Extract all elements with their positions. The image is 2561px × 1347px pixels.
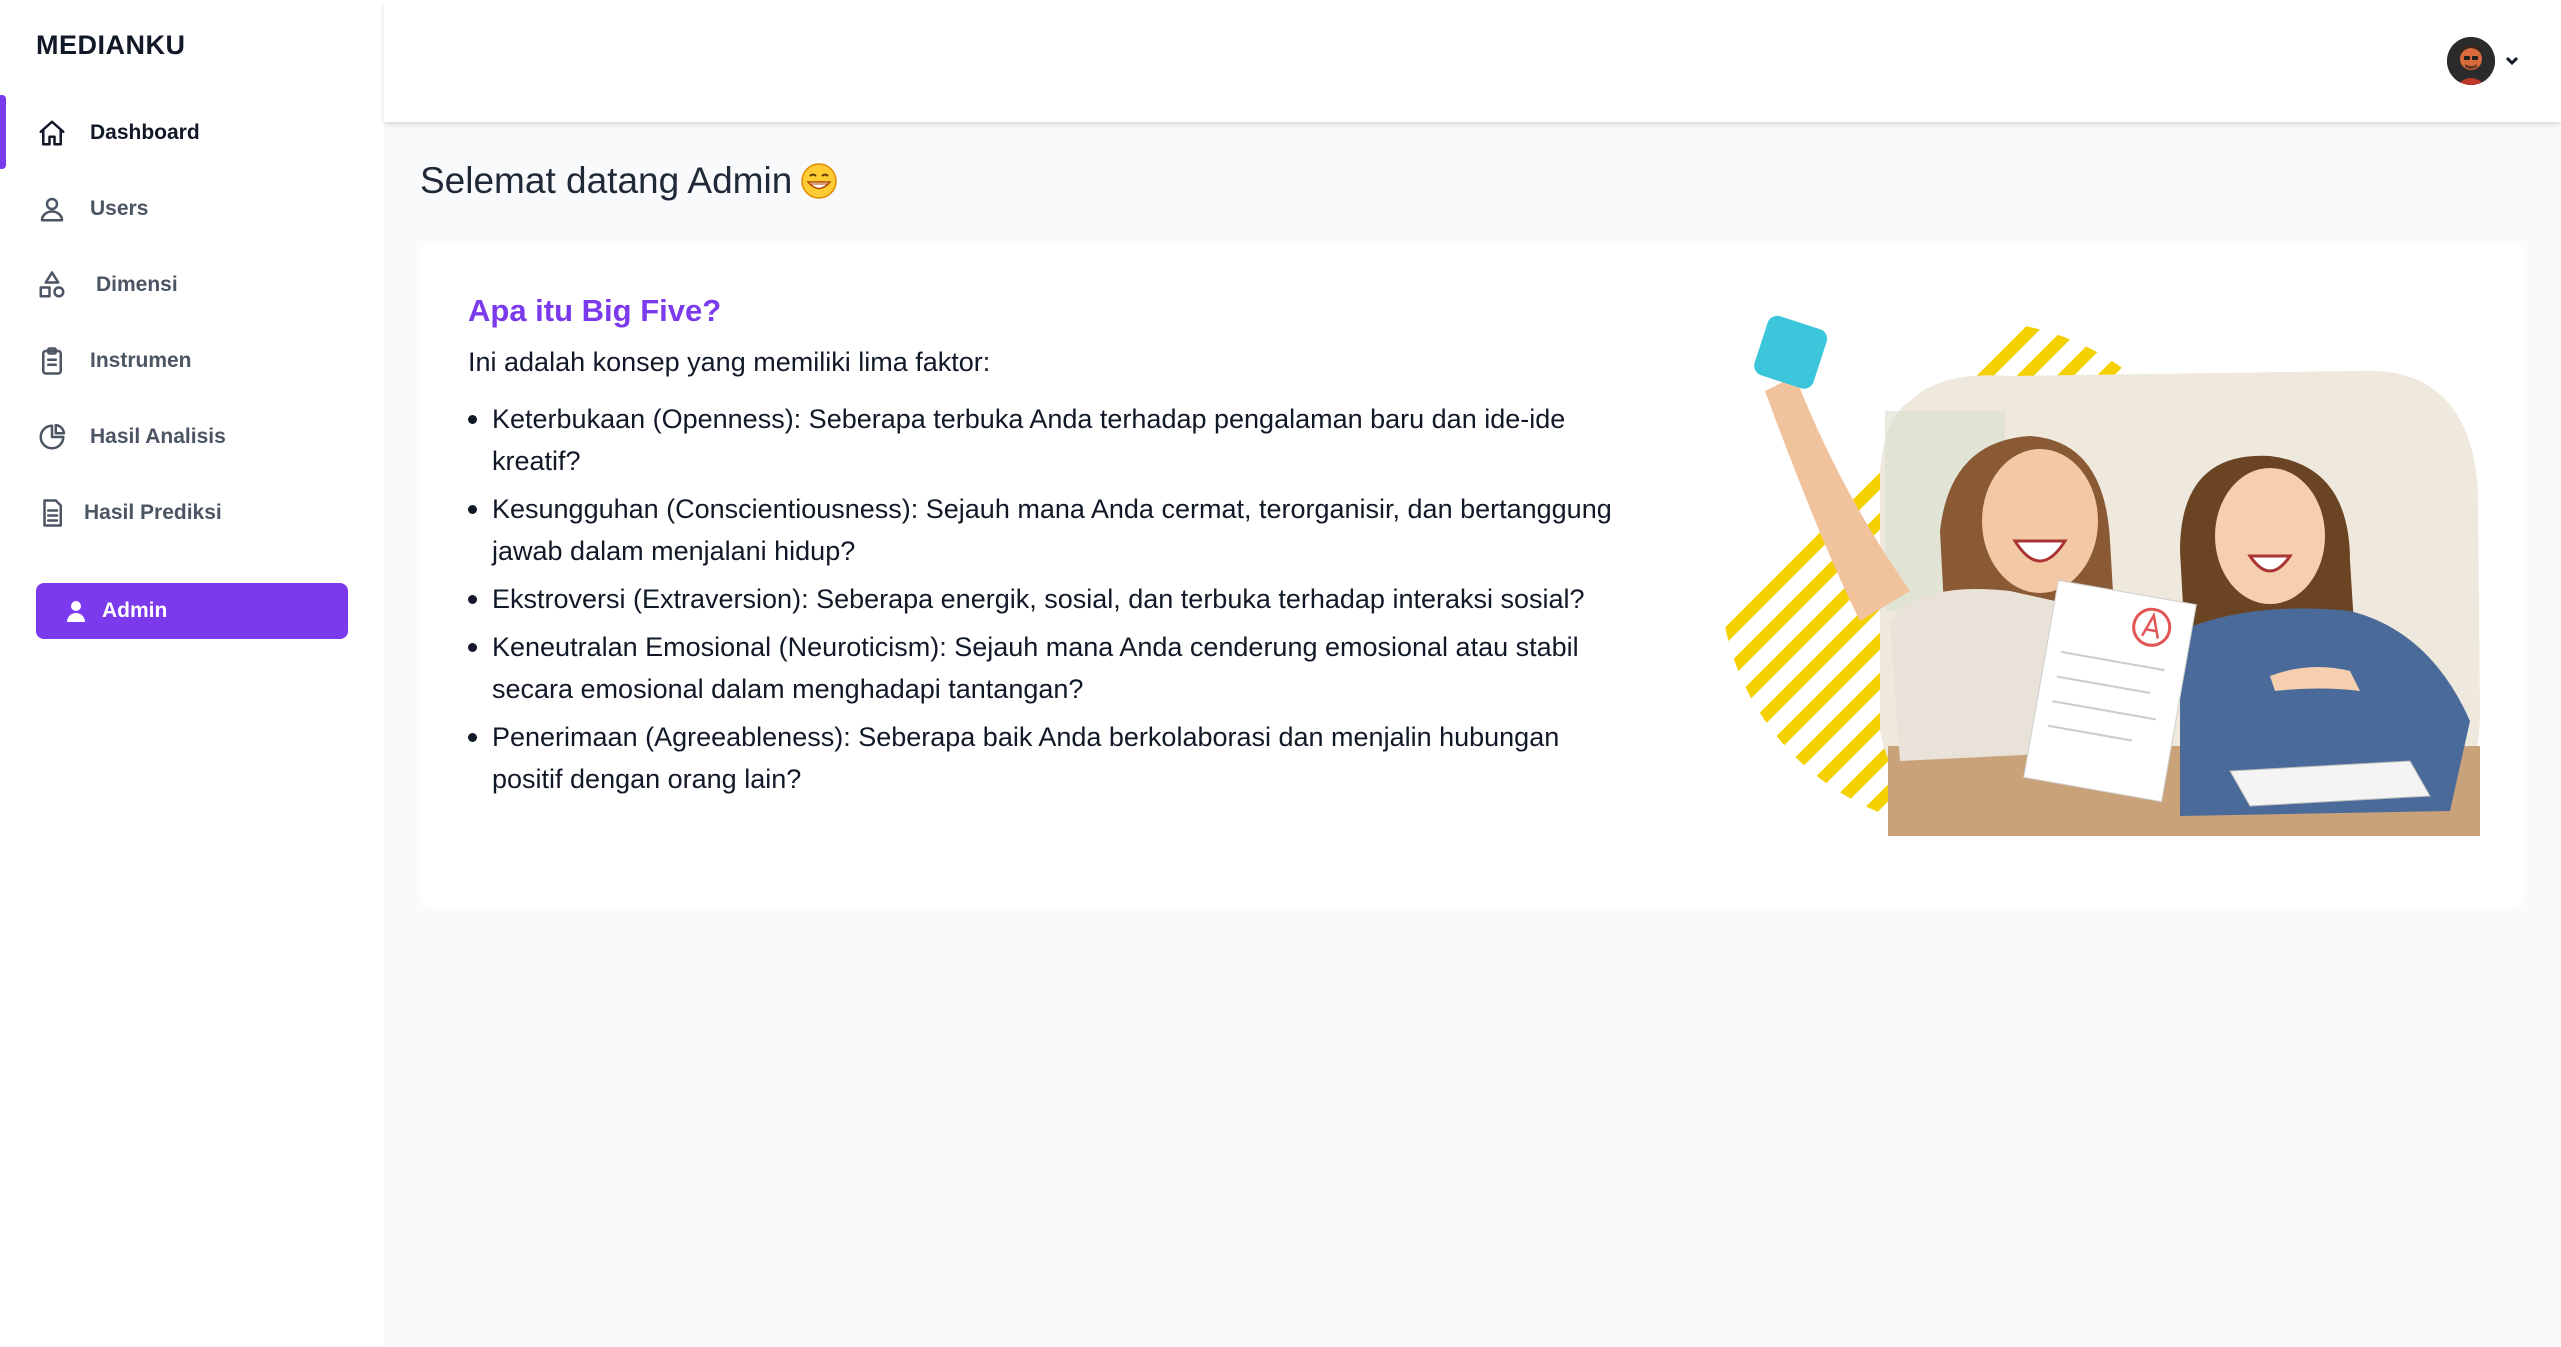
sidebar: MEDIANKU Dashboard Users Dimensi Instrum… (0, 0, 384, 1347)
user-icon (36, 193, 68, 225)
sidebar-item-label: Instrumen (90, 349, 192, 372)
page-title: Selemat datang Admin (420, 160, 838, 202)
sidebar-item-dimensi[interactable]: Dimensi (0, 247, 384, 323)
sidebar-item-label: Users (90, 197, 149, 220)
sidebar-item-users[interactable]: Users (0, 171, 384, 247)
admin-role-label: Admin (102, 599, 168, 622)
card-heading: Apa itu Big Five? (468, 293, 722, 328)
list-item: Keterbukaan (Openness): Seberapa terbuka… (468, 398, 1628, 482)
page-title-text: Selemat datang Admin (420, 160, 793, 201)
sidebar-item-label: Dashboard (90, 121, 200, 144)
list-item: Keneutralan Emosional (Neuroticism): Sej… (468, 626, 1628, 710)
user-solid-icon (67, 601, 85, 622)
sidebar-nav: Dashboard Users Dimensi Instrumen Hasil … (0, 95, 384, 551)
list-item: Kesungguhan (Conscientiousness): Sejauh … (468, 488, 1628, 572)
top-header (384, 0, 2561, 122)
home-icon (36, 117, 68, 149)
factor-list: Keterbukaan (Openness): Seberapa terbuka… (468, 398, 1628, 806)
sidebar-item-instrumen[interactable]: Instrumen (0, 323, 384, 399)
sidebar-item-label: Hasil Prediksi (84, 501, 222, 524)
document-icon (36, 497, 68, 529)
admin-role-button[interactable]: Admin (36, 583, 348, 639)
pie-chart-icon (36, 421, 68, 453)
list-item: Penerimaan (Agreeableness): Seberapa bai… (468, 716, 1628, 800)
avatar[interactable] (2447, 37, 2495, 85)
sidebar-item-hasil-analisis[interactable]: Hasil Analisis (0, 399, 384, 475)
shapes-icon (36, 269, 68, 301)
sidebar-item-label: Hasil Analisis (90, 425, 226, 448)
grinning-face-emoji (800, 162, 838, 200)
sidebar-item-hasil-prediksi[interactable]: Hasil Prediksi (0, 475, 384, 551)
brand-logo: MEDIANKU (36, 30, 186, 60)
card-intro: Ini adalah konsep yang memiliki lima fak… (468, 347, 991, 377)
clipboard-icon (36, 345, 68, 377)
big-five-card: Apa itu Big Five? Ini adalah konsep yang… (420, 243, 2524, 908)
chevron-down-icon[interactable] (2503, 51, 2521, 69)
hero-illustration (1710, 291, 2500, 841)
sidebar-item-label: Dimensi (96, 273, 178, 296)
list-item: Ekstroversi (Extraversion): Seberapa ene… (468, 578, 1628, 620)
sidebar-item-dashboard[interactable]: Dashboard (0, 95, 384, 171)
